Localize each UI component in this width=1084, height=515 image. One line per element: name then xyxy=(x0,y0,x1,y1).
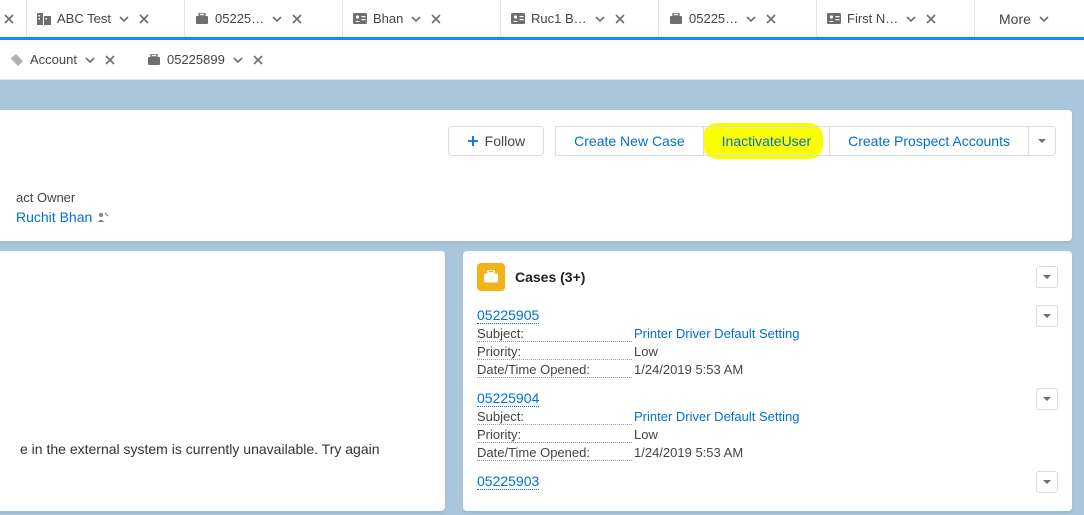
tab-label: First N… xyxy=(847,11,898,26)
tag-icon xyxy=(10,53,24,67)
create-prospect-button[interactable]: Create Prospect Accounts xyxy=(829,126,1029,156)
tab-label: ABC Test xyxy=(57,11,111,26)
record-actions: Follow Create New Case InactivateUser Cr… xyxy=(16,126,1056,156)
record-body: e in the external system is currently un… xyxy=(0,251,1084,511)
subject-label: Subject: xyxy=(477,409,632,425)
case-item: 05225904 Subject:Printer Driver Default … xyxy=(477,386,1058,469)
related-list-title: Cases (3+) xyxy=(515,269,585,285)
plus-icon xyxy=(467,135,479,147)
priority-value: Low xyxy=(634,427,658,443)
subject-label: Subject: xyxy=(477,326,632,342)
case-item-menu[interactable] xyxy=(1036,471,1058,493)
case-item-menu[interactable] xyxy=(1036,305,1058,327)
owner-field-label: act Owner xyxy=(16,190,1056,205)
chevron-down-icon[interactable] xyxy=(117,12,131,26)
priority-value: Low xyxy=(634,344,658,360)
case-id-link[interactable]: 05225904 xyxy=(477,390,539,407)
chevron-down-icon[interactable] xyxy=(231,53,245,67)
subject-value[interactable]: Printer Driver Default Setting xyxy=(634,326,799,342)
create-case-label: Create New Case xyxy=(574,133,685,149)
more-actions-button[interactable] xyxy=(1028,126,1056,156)
contact-icon xyxy=(827,12,841,26)
tab-label: 05225… xyxy=(215,11,264,26)
close-icon[interactable] xyxy=(613,12,627,26)
workspace-tab[interactable]: Ruc1 B… xyxy=(501,0,659,37)
tab-label: Bhan xyxy=(373,11,403,26)
tab-label: 05225… xyxy=(689,11,738,26)
follow-button[interactable]: Follow xyxy=(448,126,544,156)
close-icon[interactable] xyxy=(137,12,151,26)
subject-value[interactable]: Printer Driver Default Setting xyxy=(634,409,799,425)
case-id-link[interactable]: 05225905 xyxy=(477,307,539,324)
account-icon xyxy=(37,12,51,26)
workspace-tab[interactable]: First N… xyxy=(817,0,975,37)
owner-name: Ruchit Bhan xyxy=(16,209,92,225)
related-list-menu[interactable] xyxy=(1036,266,1058,288)
contact-icon xyxy=(511,12,525,26)
contact-icon xyxy=(353,12,367,26)
workspace-tab-bar: ABC Test 05225… Bhan Ruc1 B… 05225… Firs… xyxy=(0,0,1084,40)
subtab-bar: Account 05225899 xyxy=(0,40,1084,80)
detail-panel: e in the external system is currently un… xyxy=(0,251,445,511)
case-item: 05225905 Subject:Printer Driver Default … xyxy=(477,303,1058,386)
subtab-label: 05225899 xyxy=(167,52,225,67)
more-label: More xyxy=(999,11,1031,27)
close-icon[interactable] xyxy=(764,12,778,26)
create-prospect-label: Create Prospect Accounts xyxy=(848,133,1010,149)
chevron-down-icon[interactable] xyxy=(270,12,284,26)
opened-label: Date/Time Opened: xyxy=(477,362,632,378)
close-icon[interactable] xyxy=(251,53,265,67)
opened-label: Date/Time Opened: xyxy=(477,445,632,461)
close-icon[interactable] xyxy=(924,12,938,26)
chevron-down-icon[interactable] xyxy=(409,12,423,26)
change-owner-icon[interactable] xyxy=(96,211,109,224)
case-id-link[interactable]: 05225903 xyxy=(477,473,539,490)
action-button-group: Create New Case InactivateUser Create Pr… xyxy=(556,126,1056,156)
opened-value: 1/24/2019 5:53 AM xyxy=(634,362,743,378)
subtab[interactable]: 05225899 xyxy=(137,40,285,79)
case-icon xyxy=(147,53,161,67)
close-icon[interactable] xyxy=(429,12,443,26)
case-item: 05225903 xyxy=(477,469,1058,498)
case-list: 05225905 Subject:Printer Driver Default … xyxy=(477,303,1058,498)
workspace-tab[interactable]: 05225… xyxy=(659,0,817,37)
case-item-menu[interactable] xyxy=(1036,388,1058,410)
chevron-down-icon[interactable] xyxy=(744,12,758,26)
workspace-tab[interactable]: 05225… xyxy=(185,0,343,37)
workspace-tab[interactable]: ABC Test xyxy=(27,0,185,37)
related-panel: Cases (3+) 05225905 Subject:Printer Driv… xyxy=(463,251,1072,511)
case-icon xyxy=(195,12,209,26)
case-icon xyxy=(669,12,683,26)
owner-link[interactable]: Ruchit Bhan xyxy=(16,209,109,225)
case-list-icon xyxy=(477,263,505,291)
tab-edge[interactable] xyxy=(0,0,27,37)
tab-label: Ruc1 B… xyxy=(531,11,587,26)
close-icon[interactable] xyxy=(290,12,304,26)
record-highlights-panel: Follow Create New Case InactivateUser Cr… xyxy=(0,110,1072,241)
workspace-tab[interactable]: Bhan xyxy=(343,0,501,37)
chevron-down-icon xyxy=(1037,12,1051,26)
create-case-button[interactable]: Create New Case xyxy=(555,126,704,156)
priority-label: Priority: xyxy=(477,427,632,443)
more-tabs[interactable]: More xyxy=(975,0,1075,37)
close-icon[interactable] xyxy=(2,12,16,26)
subtab-label: Account xyxy=(30,52,77,67)
chevron-down-icon[interactable] xyxy=(83,53,97,67)
chevron-down-icon[interactable] xyxy=(904,12,918,26)
inactivate-user-button[interactable]: InactivateUser xyxy=(703,126,830,156)
priority-label: Priority: xyxy=(477,344,632,360)
subtab[interactable]: Account xyxy=(0,40,137,79)
chevron-down-icon[interactable] xyxy=(593,12,607,26)
opened-value: 1/24/2019 5:53 AM xyxy=(634,445,743,461)
owner-field: act Owner Ruchit Bhan xyxy=(16,190,1056,225)
external-error-msg: e in the external system is currently un… xyxy=(20,441,425,457)
related-list-header: Cases (3+) xyxy=(477,263,1058,291)
close-icon[interactable] xyxy=(103,53,117,67)
inactivate-user-label: InactivateUser xyxy=(722,133,811,149)
follow-label: Follow xyxy=(485,133,525,149)
